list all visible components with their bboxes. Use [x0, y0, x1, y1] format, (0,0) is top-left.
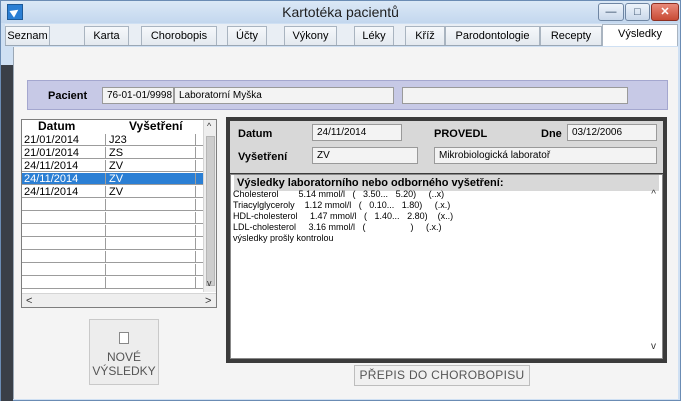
patient-name-field[interactable]: Laboratorní Myška [174, 87, 394, 104]
table-row[interactable] [22, 212, 203, 224]
document-icon [119, 332, 129, 344]
result-line: LDL-cholesterol 3.16 mmol/l ( ) (.x.) [233, 222, 442, 232]
table-row[interactable] [22, 251, 203, 263]
table-row[interactable] [22, 264, 203, 276]
patient-bar: Pacient 76-01-01/9998 Laboratorní Myška [27, 80, 668, 110]
result-line: výsledky prošly kontrolou [233, 233, 334, 243]
date-field[interactable]: 24/11/2014 [312, 124, 402, 141]
tab-karta[interactable]: Karta [84, 26, 129, 45]
new-results-label-line1: NOVÉ [106, 350, 141, 364]
tab-recepty[interactable]: Recepty [540, 26, 602, 45]
table-row[interactable] [22, 199, 203, 211]
date-label: Datum [238, 128, 273, 140]
scroll-right-icon[interactable]: > [205, 295, 211, 307]
tab-parodontologie[interactable]: Parodontologie [445, 26, 540, 45]
col-header-date[interactable]: Datum [38, 120, 75, 133]
tab-ucty[interactable]: Účty [227, 26, 267, 45]
grid-header: Datum Vyšetření [22, 120, 216, 134]
table-row[interactable] [22, 277, 203, 289]
birth-number-field[interactable]: 76-01-01/9998 [102, 87, 174, 104]
result-line: HDL-cholesterol 1.47 mmol/l ( 1.40... 2.… [233, 211, 454, 221]
scroll-left-icon[interactable]: < [26, 295, 32, 307]
tab-kriz[interactable]: Kříž [405, 26, 445, 45]
table-row-selected[interactable]: 24/11/2014 ZV [22, 173, 203, 185]
exam-field[interactable]: ZV [312, 147, 418, 164]
result-detail-panel: Datum 24/11/2014 PROVEDL Dne 03/12/2006 … [226, 117, 667, 363]
left-dark-strip [1, 65, 13, 401]
col-header-exam[interactable]: Vyšetření [129, 120, 183, 133]
tab-seznam[interactable]: Seznam [5, 26, 50, 45]
new-results-button[interactable]: NOVÉ VÝSLEDKY [89, 319, 159, 385]
performed-label: PROVEDL [434, 128, 488, 140]
patient-extra-field[interactable] [402, 87, 628, 104]
tab-bar: Seznam Karta Chorobopis Účty Výkony Léky… [5, 24, 678, 46]
minimize-button[interactable]: — [598, 3, 624, 21]
grid-horizontal-scrollbar[interactable]: < > [22, 293, 216, 307]
day-field[interactable]: 03/12/2006 [567, 124, 657, 141]
maximize-button[interactable]: □ [625, 3, 650, 21]
table-row[interactable]: 21/01/2014 J23 [22, 134, 203, 146]
app-window: Kartotéka pacientů — □ ✕ Seznam Karta Ch… [0, 0, 681, 401]
tab-leky[interactable]: Léky [354, 26, 394, 45]
result-line: Triacylglyceroly 1.12 mmol/l ( 0.10... 1… [233, 200, 451, 210]
result-line: Cholesterol 5.14 mmol/l ( 3.50... 5.20) … [233, 189, 445, 199]
scroll-up-icon[interactable]: ^ [207, 121, 211, 131]
results-list-grid: Datum Vyšetření 21/01/2014 J23 21/01/2014… [21, 119, 217, 308]
exam-label: Vyšetření [238, 151, 288, 163]
results-text-area[interactable]: Výsledky laboratorního nebo odborného vy… [230, 174, 663, 359]
close-button[interactable]: ✕ [651, 3, 679, 21]
scroll-thumb[interactable] [206, 136, 215, 286]
results-scroll-down-icon[interactable]: v [651, 341, 656, 352]
table-row[interactable] [22, 225, 203, 237]
tab-chorobopis[interactable]: Chorobopis [141, 26, 217, 45]
patient-label: Pacient [48, 90, 88, 102]
lab-field[interactable]: Mikrobiologická laboratoř [434, 147, 657, 164]
window-title: Kartotéka pacientů [282, 4, 399, 20]
rewrite-to-chart-button[interactable]: PŘEPIS DO CHOROBOPISU [354, 365, 530, 386]
tab-vysledky[interactable]: Výsledky [602, 24, 678, 46]
results-scroll-up-icon[interactable]: ^ [651, 189, 656, 200]
scroll-down-icon[interactable]: v [207, 278, 212, 288]
day-label: Dne [541, 128, 562, 140]
new-results-label-line2: VÝSLEDKY [92, 364, 156, 378]
table-row[interactable] [22, 238, 203, 250]
table-row[interactable]: 24/11/2014 ZV [22, 186, 203, 198]
table-row[interactable]: 21/01/2014 ZS [22, 147, 203, 159]
table-row[interactable]: 24/11/2014 ZV [22, 160, 203, 172]
title-bar: Kartotéka pacientů — □ ✕ [1, 1, 680, 23]
grid-vertical-scrollbar[interactable]: ^ v [203, 120, 216, 292]
tab-vykony[interactable]: Výkony [284, 26, 337, 45]
detail-header: Datum 24/11/2014 PROVEDL Dne 03/12/2006 … [230, 121, 663, 173]
